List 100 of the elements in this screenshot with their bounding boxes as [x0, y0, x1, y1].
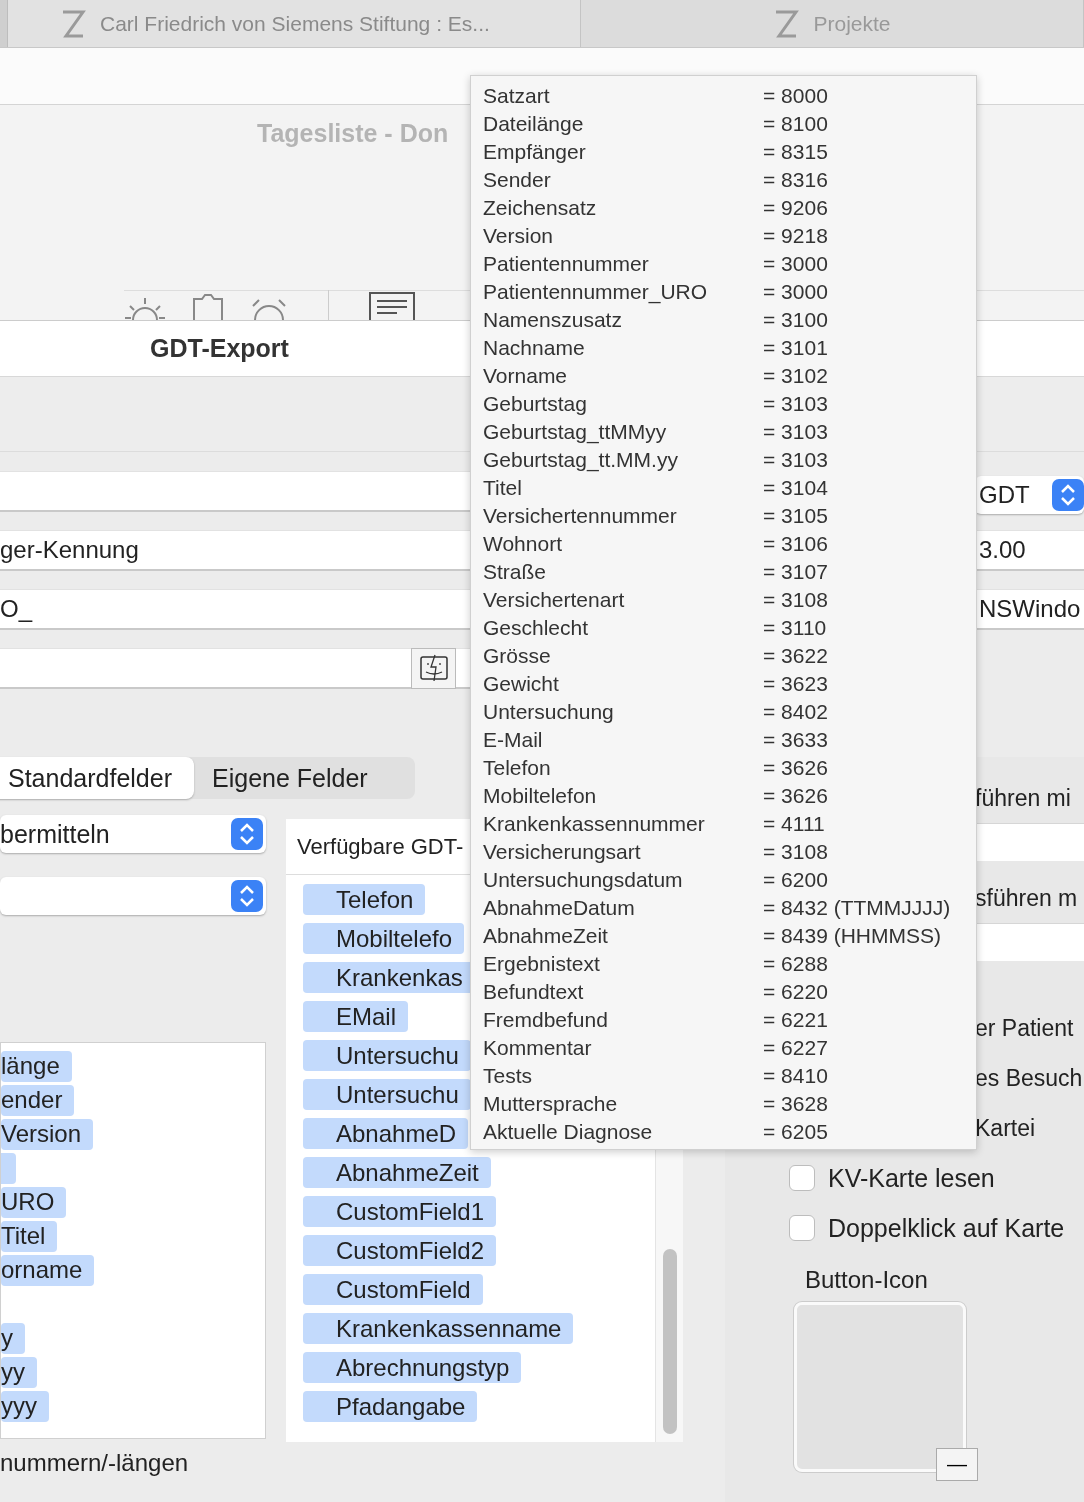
field-token[interactable] — [1, 1152, 16, 1184]
tooltip-field-name: AbnahmeZeit — [483, 924, 609, 948]
option-label: sführen m — [975, 884, 1078, 912]
option-label: Kartei — [975, 1114, 1036, 1142]
section-label: Button-Icon — [804, 1266, 929, 1294]
tooltip-field-code: = 3628 — [763, 1092, 829, 1116]
tooltip-field-name: Satzart — [483, 84, 551, 108]
field-token[interactable]: Version — [1, 1118, 94, 1150]
field-token[interactable]: Krankenkassenname — [303, 1313, 574, 1344]
tooltip-field-name: Muttersprache — [483, 1092, 619, 1116]
tooltip-field-code: = 3108 — [763, 588, 829, 612]
text-field[interactable]: O_ — [0, 589, 470, 630]
field-token[interactable]: EMail — [303, 1001, 408, 1032]
section-label: nummern/-längen — [0, 1449, 190, 1477]
tooltip-field-code: = 3000 — [763, 252, 829, 276]
image-well[interactable] — [794, 1302, 966, 1472]
tooltip-field-code: = 8000 — [763, 84, 829, 108]
checkbox-box[interactable] — [789, 1215, 815, 1241]
tooltip-field-name: Titel — [483, 476, 523, 500]
sun-icon[interactable] — [124, 296, 166, 320]
format-popup[interactable]: GDT — [975, 476, 1084, 514]
field-token[interactable]: CustomField2 — [303, 1235, 497, 1266]
option-label: führen mi — [975, 784, 1071, 812]
text-field[interactable] — [0, 648, 470, 689]
segment-tab[interactable]: Eigene Felder — [194, 757, 390, 799]
checkbox-label: Doppelklick auf Karte — [828, 1213, 1065, 1243]
tooltip-field-code: = 3100 — [763, 308, 829, 332]
field-token[interactable]: URO — [1, 1186, 67, 1218]
tooltip-field-name: Versichertenart — [483, 588, 626, 612]
field-token[interactable]: ender — [1, 1084, 75, 1116]
tooltip-field-name: Gewicht — [483, 672, 560, 696]
text-field[interactable]: NSWindo — [975, 589, 1084, 630]
remove-button[interactable]: — — [936, 1448, 978, 1481]
tooltip-field-code: = 8100 — [763, 112, 829, 136]
field-token[interactable]: Untersuchu — [303, 1040, 471, 1071]
tooltip-field-name: Tests — [483, 1064, 533, 1088]
tooltip-field-code: = 8432 (TTMMJJJJ) — [763, 896, 952, 920]
tooltip-field-name: Patientennummer — [483, 252, 650, 276]
segment-tab[interactable]: Standardfelder — [0, 757, 194, 799]
field-token[interactable]: AbnahmeD — [303, 1118, 469, 1149]
field-token[interactable]: länge — [1, 1050, 72, 1082]
checkbox[interactable]: KV-Karte lesen — [725, 1153, 1084, 1203]
tooltip-field-code: = 3622 — [763, 644, 829, 668]
tooltip-field-name: Empfänger — [483, 140, 587, 164]
list-title: Tagesliste - Don — [257, 119, 450, 148]
document-icon[interactable] — [369, 292, 415, 320]
checkbox[interactable]: Doppelklick auf Karte — [725, 1203, 1084, 1253]
clipboard-icon[interactable] — [192, 294, 224, 320]
field-token[interactable]: Telefon — [303, 884, 426, 915]
checkbox-box[interactable] — [789, 1165, 815, 1191]
tooltip-field-code: = 6288 — [763, 952, 829, 976]
field-token[interactable]: CustomField1 — [303, 1196, 497, 1227]
tooltip-field-code: = 3105 — [763, 504, 829, 528]
tooltip-field-name: Dateilänge — [483, 112, 585, 136]
tooltip-field-code: = 3107 — [763, 560, 829, 584]
scrollbar-thumb[interactable] — [662, 1249, 677, 1434]
tooltip-field-name: Mobiltelefon — [483, 784, 598, 808]
finder-button[interactable] — [411, 647, 456, 689]
tooltip-field-code: = 3101 — [763, 336, 829, 360]
tooltip-field-code: = 3106 — [763, 532, 829, 556]
sheet-title: GDT-Export — [150, 334, 289, 363]
field-token[interactable]: y — [1, 1322, 25, 1354]
tooltip-field-name: Geburtstag_tt.MM.yy — [483, 448, 679, 472]
tooltip-field-name: Geschlecht — [483, 616, 590, 640]
field-token[interactable]: CustomField — [303, 1274, 483, 1305]
text-field[interactable] — [975, 823, 1084, 861]
tooltip-field-code: = 8315 — [763, 140, 829, 164]
field-token[interactable]: Abrechnungstyp — [303, 1352, 522, 1383]
popup-button[interactable]: bermitteln — [0, 815, 266, 853]
text-field[interactable]: 3.00 — [975, 530, 1084, 571]
field-token[interactable]: AbnahmeZeit — [303, 1157, 491, 1188]
field-token[interactable]: yyy — [1, 1390, 49, 1422]
field-token[interactable]: yy — [1, 1356, 37, 1388]
tooltip-field-code: = 3108 — [763, 840, 829, 864]
field-token[interactable]: orname — [1, 1254, 95, 1286]
text-field[interactable] — [975, 923, 1084, 961]
tooltip-field-code: = 8316 — [763, 168, 829, 192]
field-token[interactable]: Mobiltelefo — [303, 923, 465, 954]
tooltip-field-name: Straße — [483, 560, 548, 584]
tooltip-field-code: = 3623 — [763, 672, 829, 696]
field-token[interactable]: Pfadangabe — [303, 1391, 478, 1422]
tooltip-field-code: = 3102 — [763, 364, 829, 388]
tooltip-field-name: Aktuelle Diagnose — [483, 1120, 654, 1144]
tooltip-field-name: E-Mail — [483, 728, 544, 752]
tooltip-field-name: Versichertennummer — [483, 504, 678, 528]
stepper-icon — [1052, 479, 1084, 511]
tooltip-field-name: Vorname — [483, 364, 569, 388]
field-token[interactable]: Titel — [1, 1220, 58, 1252]
text-field[interactable]: ger-Kennung — [0, 530, 470, 571]
tooltip-field-name: Version — [483, 224, 555, 248]
field-token[interactable]: Untersuchu — [303, 1079, 471, 1110]
tooltip-field-code: = 3103 — [763, 392, 829, 416]
tooltip-field-name: Wohnort — [483, 532, 563, 556]
checkbox-label: KV-Karte lesen — [828, 1163, 995, 1193]
tooltip-field-code: = 8439 (HHMMSS) — [763, 924, 942, 948]
tooltip-field-code: = 3103 — [763, 448, 829, 472]
text-field[interactable] — [0, 471, 470, 512]
alarm-clock-icon[interactable] — [250, 298, 288, 320]
tooltip-field-name: Namenszusatz — [483, 308, 623, 332]
popup-button[interactable] — [0, 877, 266, 915]
